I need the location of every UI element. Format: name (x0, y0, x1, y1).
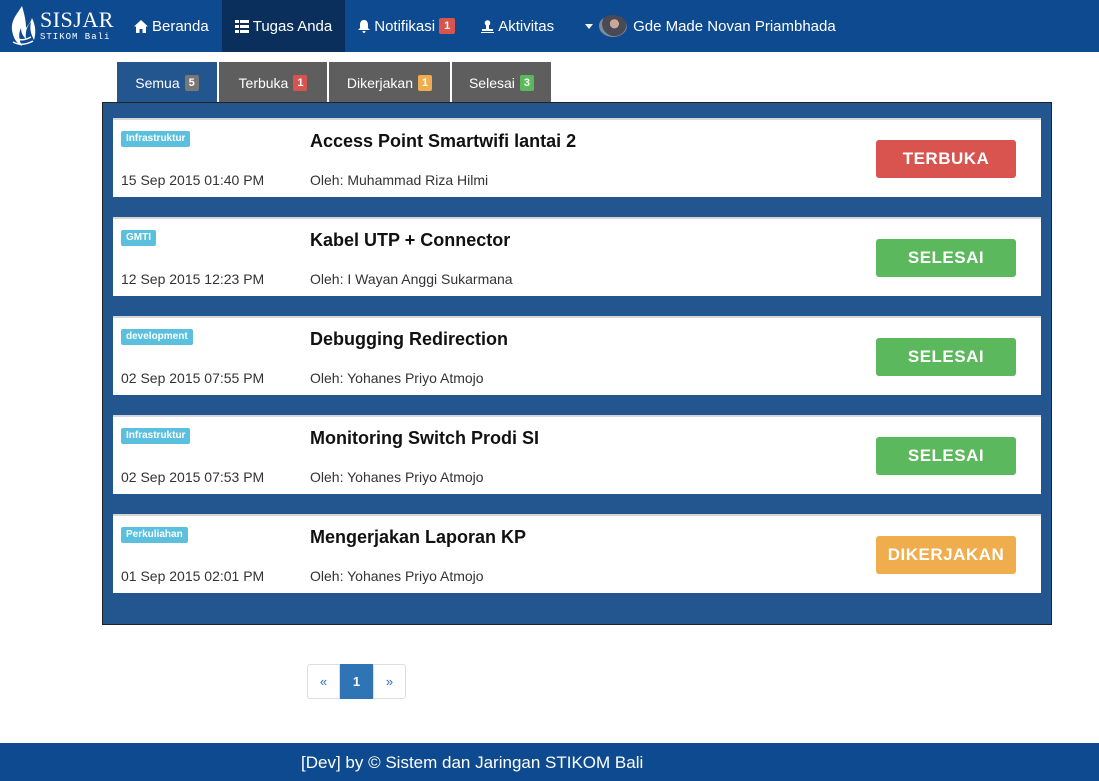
user-name: Gde Made Novan Priambhada (633, 17, 836, 35)
task-author: Oleh: I Wayan Anggi Sukarmana (310, 271, 513, 287)
nav-activity-label: Aktivitas (498, 17, 555, 35)
nav-notifications-label: Notifikasi (374, 17, 436, 35)
status-button[interactable]: DIKERJAKAN (876, 536, 1016, 574)
task-title[interactable]: Mengerjakan Laporan KP (310, 527, 526, 548)
task-date: 02 Sep 2015 07:53 PM (121, 469, 265, 485)
status-button[interactable]: SELESAI (876, 437, 1016, 475)
tab-count-badge: 1 (418, 74, 433, 91)
brand-logo[interactable]: SISJAR STIKOM Bali (0, 0, 121, 52)
task-date: 12 Sep 2015 12:23 PM (121, 271, 265, 287)
category-label: Perkuliahan (121, 527, 188, 543)
task-author: Oleh: Yohanes Priyo Atmojo (310, 568, 484, 584)
task-title[interactable]: Kabel UTP + Connector (310, 230, 510, 251)
task-date: 15 Sep 2015 01:40 PM (121, 172, 265, 188)
tab-count-badge: 1 (293, 74, 308, 91)
tab-semua[interactable]: Semua 5 (117, 62, 217, 103)
task-date: 01 Sep 2015 02:01 PM (121, 568, 265, 584)
category-label: GMTI (121, 230, 156, 246)
chevron-down-icon (585, 23, 594, 29)
task-author: Oleh: Muhammad Riza Hilmi (310, 172, 489, 188)
task-card[interactable]: development Debugging Redirection 02 Sep… (113, 316, 1041, 395)
tab-dikerjakan[interactable]: Dikerjakan 1 (329, 62, 450, 103)
status-button[interactable]: TERBUKA (876, 140, 1016, 178)
nav-activity[interactable]: Aktivitas (468, 0, 567, 52)
pagination-page-button[interactable]: 1 (340, 664, 373, 699)
tab-label: Semua (135, 74, 180, 91)
status-button[interactable]: SELESAI (876, 338, 1016, 376)
category-label: Infrastruktur (121, 131, 191, 147)
home-icon (134, 19, 148, 33)
brand-title: SISJAR (40, 7, 114, 32)
user-menu[interactable]: Gde Made Novan Priambhada (567, 0, 849, 52)
pagination-prev-button[interactable]: « (307, 664, 340, 699)
nav-notifications[interactable]: Notifikasi 1 (345, 0, 468, 52)
tab-label: Selesai (468, 74, 515, 91)
top-navbar: SISJAR STIKOM Bali Beranda Tugas Anda No… (0, 0, 1099, 52)
footer: [Dev] by © Sistem dan Jaringan STIKOM Ba… (0, 743, 1099, 781)
tab-label: Dikerjakan (346, 74, 413, 91)
pagination-next-button[interactable]: » (373, 664, 406, 699)
task-card[interactable]: Perkuliahan Mengerjakan Laporan KP 01 Se… (113, 514, 1041, 593)
task-title[interactable]: Debugging Redirection (310, 329, 508, 350)
category-label: Infrastruktur (121, 428, 191, 444)
task-card[interactable]: Infrastruktur Access Point Smartwifi lan… (113, 118, 1041, 197)
task-title[interactable]: Access Point Smartwifi lantai 2 (310, 131, 576, 152)
pagination: « 1 » (307, 664, 406, 699)
avatar (599, 15, 628, 37)
footer-text: [Dev] by © Sistem dan Jaringan STIKOM Ba… (301, 753, 644, 772)
task-card[interactable]: GMTI Kabel UTP + Connector 12 Sep 2015 1… (113, 217, 1041, 296)
tab-count-badge: 3 (519, 74, 535, 91)
task-author: Oleh: Yohanes Priyo Atmojo (310, 469, 484, 485)
tab-selesai[interactable]: Selesai 3 (452, 62, 551, 103)
status-button[interactable]: SELESAI (876, 239, 1016, 277)
flame-logo-icon (11, 6, 36, 46)
task-title[interactable]: Monitoring Switch Prodi SI (310, 428, 539, 449)
task-list-panel: Infrastruktur Access Point Smartwifi lan… (102, 102, 1052, 625)
nav-home[interactable]: Beranda (121, 0, 222, 52)
notifications-count-badge: 1 (439, 18, 456, 34)
brand-subtitle: STIKOM Bali (40, 32, 111, 42)
nav-tasks-label: Tugas Anda (252, 17, 333, 35)
tab-label: Terbuka (238, 74, 289, 91)
nav-tasks[interactable]: Tugas Anda (221, 0, 346, 52)
task-author: Oleh: Yohanes Priyo Atmojo (310, 370, 484, 386)
stamp-icon (481, 19, 495, 33)
tab-terbuka[interactable]: Terbuka 1 (219, 62, 327, 103)
task-date: 02 Sep 2015 07:55 PM (121, 370, 265, 386)
category-label: development (121, 329, 193, 345)
tab-count-badge: 5 (184, 74, 199, 91)
table-list-icon (234, 19, 249, 33)
status-tabs: Semua 5 Terbuka 1 Dikerjakan 1 Selesai 3 (117, 62, 553, 103)
nav-home-label: Beranda (152, 17, 209, 35)
bell-icon (358, 19, 371, 33)
task-card[interactable]: Infrastruktur Monitoring Switch Prodi SI… (113, 415, 1041, 494)
